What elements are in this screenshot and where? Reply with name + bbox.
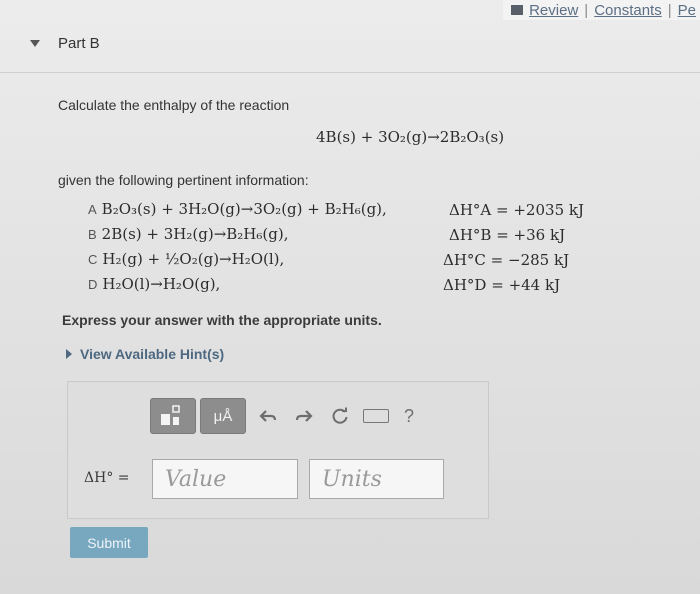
link-separator: | <box>667 1 672 19</box>
units-button[interactable]: μÅ <box>200 398 246 434</box>
equation-letter: B <box>88 227 97 242</box>
expand-arrow-icon <box>66 349 72 359</box>
help-button[interactable]: ? <box>394 406 424 427</box>
enthalpy-value: = −285 kJ <box>490 251 570 269</box>
enthalpy-b: ΔH°B = +36 kJ <box>449 226 565 244</box>
templates-button[interactable] <box>150 398 196 434</box>
part-title: Part B <box>58 35 100 52</box>
equation-text: B₂O₃(s) + 3H₂O(g)→3O₂(g) + B₂H₆(g), <box>101 200 387 218</box>
equation-b: B 2B(s) + 3H₂(g)→B₂H₆(g), <box>88 225 288 243</box>
enthalpy-a: ΔH°A = +2035 kJ <box>449 201 584 219</box>
review-link[interactable]: Review <box>529 2 578 19</box>
equation-text: 2B(s) + 3H₂(g)→B₂H₆(g), <box>101 225 289 243</box>
equation-letter: C <box>88 252 98 267</box>
hints-label: View Available Hint(s) <box>80 346 225 362</box>
collapse-caret-icon[interactable] <box>30 40 40 47</box>
top-links: Review | Constants | Pe <box>503 0 700 20</box>
answer-label: ΔH° = <box>84 470 130 486</box>
question-prompt: Calculate the enthalpy of the reaction <box>58 97 290 113</box>
equation-a: A B₂O₃(s) + 3H₂O(g)→3O₂(g) + B₂H₆(g), <box>88 200 387 218</box>
equation-text: H₂(g) + ½O₂(g)→H₂O(l), <box>102 250 285 268</box>
enthalpy-value: = +36 kJ <box>496 226 566 244</box>
enthalpy-label: ΔH°C <box>443 251 486 269</box>
equation-c: C H₂(g) + ½O₂(g)→H₂O(l), <box>88 250 284 268</box>
view-hints-link[interactable]: View Available Hint(s) <box>66 346 224 362</box>
periodic-table-link[interactable]: Pe <box>678 2 696 19</box>
constants-link[interactable]: Constants <box>594 2 662 19</box>
templates-icon <box>161 405 180 425</box>
value-input[interactable]: Value <box>152 459 298 499</box>
answer-toolbar: μÅ ? <box>150 398 424 434</box>
review-icon <box>511 5 524 15</box>
answer-instruction: Express your answer with the appropriate… <box>62 312 382 328</box>
enthalpy-c: ΔH°C = −285 kJ <box>443 251 569 269</box>
equation-letter: A <box>88 202 97 217</box>
enthalpy-label: ΔH°B <box>449 226 492 244</box>
target-reaction: 4B(s) + 3O₂(g)→2B₂O₃(s) <box>316 128 505 146</box>
link-separator: | <box>584 1 589 19</box>
enthalpy-label: ΔH°D <box>443 276 487 294</box>
given-text: given the following pertinent informatio… <box>58 172 309 188</box>
keyboard-icon[interactable] <box>358 399 394 433</box>
submit-button[interactable]: Submit <box>70 527 148 558</box>
reset-icon[interactable] <box>322 399 358 433</box>
equation-d: D H₂O(l)→H₂O(g), <box>88 275 220 293</box>
equation-text: H₂O(l)→H₂O(g), <box>102 275 221 293</box>
undo-icon[interactable] <box>250 399 286 433</box>
part-toggle[interactable]: Part B <box>30 35 100 52</box>
units-input[interactable]: Units <box>309 459 444 499</box>
enthalpy-value: = +44 kJ <box>491 276 561 294</box>
enthalpy-label: ΔH°A <box>449 201 492 219</box>
equation-letter: D <box>88 277 98 292</box>
divider <box>0 72 700 73</box>
enthalpy-d: ΔH°D = +44 kJ <box>443 276 560 294</box>
redo-icon[interactable] <box>286 399 322 433</box>
enthalpy-value: = +2035 kJ <box>496 201 584 219</box>
